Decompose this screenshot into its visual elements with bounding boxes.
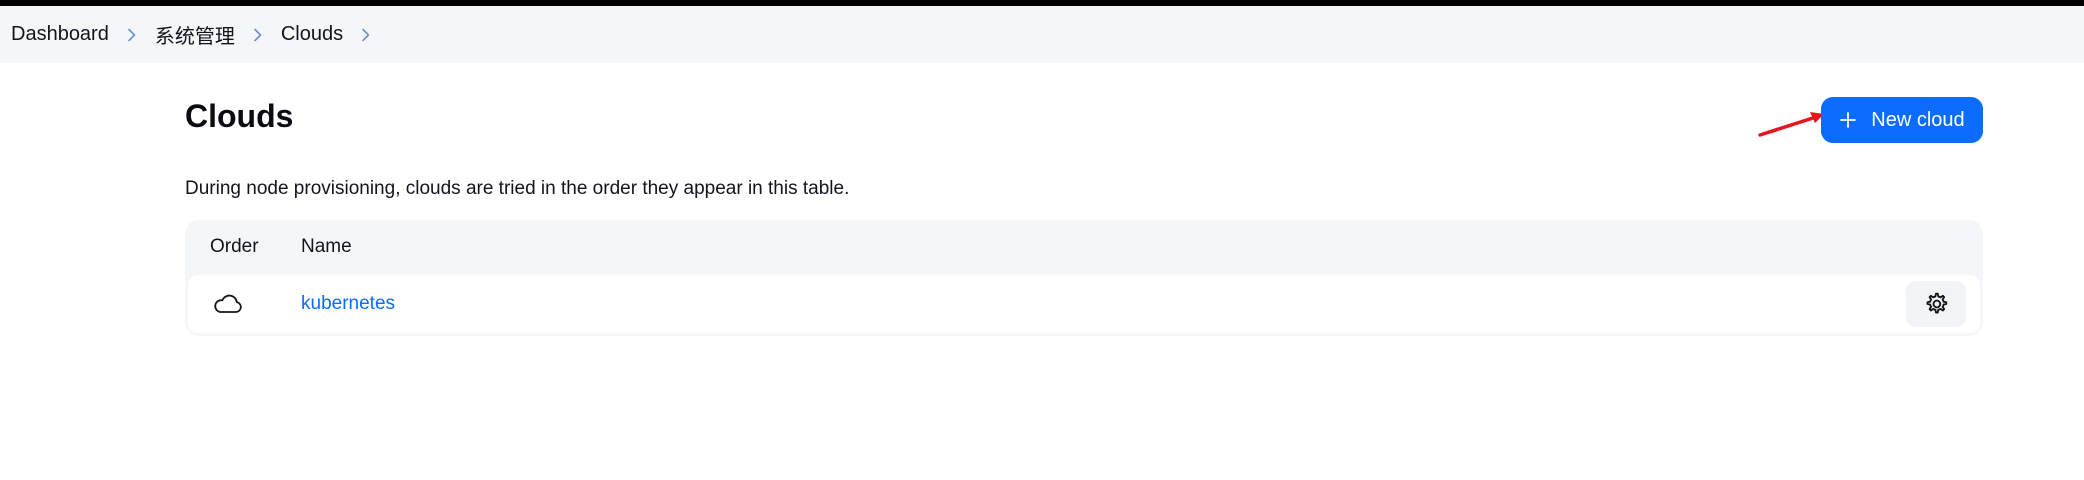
breadcrumb-item-manage[interactable]: 系统管理	[155, 20, 235, 49]
new-cloud-button[interactable]: New cloud	[1821, 97, 1983, 143]
column-header-order: Order	[210, 236, 259, 257]
chevron-right-icon[interactable]	[123, 28, 141, 42]
breadcrumb-item-clouds[interactable]: Clouds	[281, 23, 343, 46]
chevron-right-icon[interactable]	[249, 28, 267, 42]
cloud-icon	[214, 294, 242, 313]
chevron-right-icon[interactable]	[357, 28, 375, 42]
breadcrumb-item-dashboard[interactable]: Dashboard	[11, 23, 109, 46]
table-row: kubernetes	[188, 275, 1980, 333]
clouds-table: Order Name kubernetes	[185, 220, 1983, 336]
cloud-name-link[interactable]: kubernetes	[301, 293, 395, 315]
page-title: Clouds	[185, 98, 294, 134]
plus-icon	[1840, 112, 1857, 128]
configure-cloud-button[interactable]	[1906, 281, 1966, 327]
gear-icon	[1926, 292, 1948, 314]
column-header-name: Name	[301, 236, 352, 257]
new-cloud-label: New cloud	[1871, 108, 1965, 131]
page-description: During node provisioning, clouds are tri…	[185, 178, 850, 199]
breadcrumb: Dashboard 系统管理 Clouds	[0, 6, 2084, 63]
annotation-arrow-icon	[1758, 112, 1824, 137]
